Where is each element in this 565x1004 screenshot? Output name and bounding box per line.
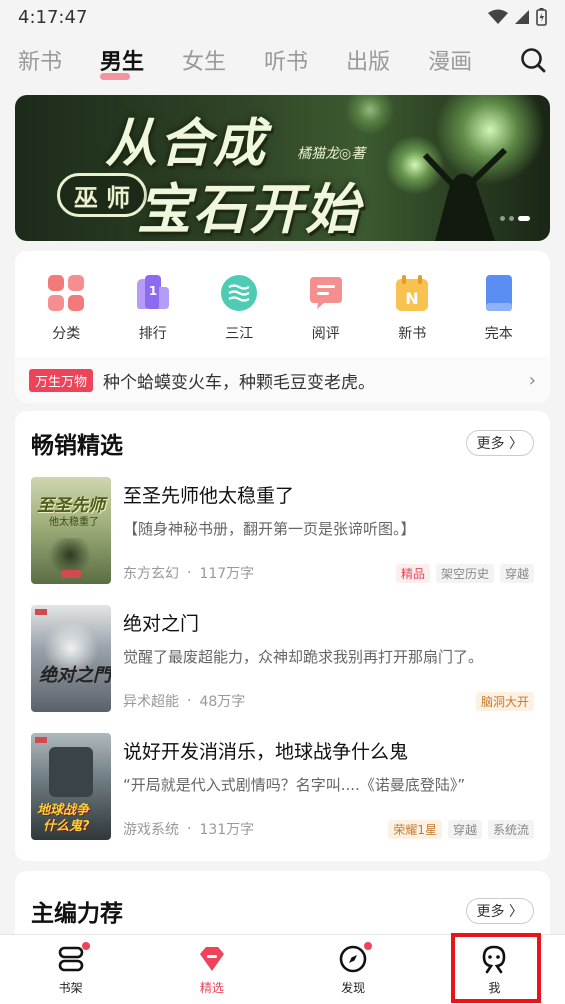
tab-female[interactable]: 女生	[182, 44, 226, 76]
book-tag: 系统流	[487, 819, 534, 839]
nav-bookshelf[interactable]: 书架	[0, 935, 141, 1004]
bookshelf-icon	[58, 946, 83, 971]
signal-icon	[515, 10, 529, 24]
battery-icon	[536, 8, 547, 26]
book-title: 说好开发消消乐，地球战争什么鬼	[123, 741, 409, 763]
book-title: 至圣先师他太稳重了	[123, 485, 295, 507]
category-new-books[interactable]: N 新书	[372, 273, 452, 343]
nav-discover[interactable]: 发现	[283, 935, 424, 1004]
status-time: 4:17:47	[18, 6, 88, 28]
highlight-box	[451, 933, 541, 1003]
book-genre: 东方玄幻	[123, 566, 179, 582]
svg-text:N: N	[406, 289, 419, 308]
book-item[interactable]: 至圣先师 他太稳重了 至圣先师他太稳重了 【随身神秘书册，翻开第一页是张谛听图。…	[15, 477, 550, 605]
book-tag: 荣耀1星	[388, 819, 442, 839]
review-icon	[309, 277, 342, 309]
book-cover: 绝对之門	[31, 605, 111, 712]
book-tag: 穿越	[499, 563, 534, 583]
more-button[interactable]: 更多 〉	[465, 898, 534, 924]
book-tag: 穿越	[447, 819, 482, 839]
notification-dot	[81, 941, 90, 950]
book-tag: 架空历史	[435, 563, 494, 583]
category-label: 完本	[484, 326, 513, 342]
book-meta: 游戏系统 · 131万字 荣耀1星 穿越 系统流	[123, 819, 534, 839]
promo-text: 种个蛤蟆变火车，种颗毛豆变老虎。	[103, 372, 376, 393]
tab-audiobook[interactable]: 听书	[264, 44, 308, 76]
book-genre: 异术超能	[123, 694, 179, 710]
new-book-icon: N	[396, 275, 429, 311]
banner-title-line2: 宝石开始	[137, 178, 361, 241]
promo-badge: 万生万物	[29, 368, 94, 392]
category-ranking[interactable]: 1 排行	[113, 273, 193, 343]
status-bar: 4:17:47	[0, 0, 565, 34]
top-tab-bar: 新书 男生 女生 听书 出版 漫画	[0, 34, 565, 86]
section-title: 畅销精选	[31, 433, 123, 459]
book-cover: 地球战争 什么鬼?	[31, 733, 111, 840]
bestsellers-section: 畅销精选 更多 〉 至圣先师 他太稳重了 至圣先师他太稳重了 【随身神秘书册，翻…	[15, 411, 550, 861]
section-title: 主编力荐	[31, 901, 123, 927]
tab-comics[interactable]: 漫画	[428, 44, 472, 76]
book-item[interactable]: 地球战争 什么鬼? 说好开发消消乐，地球战争什么鬼 “开局就是代入式剧情吗？名字…	[15, 733, 550, 861]
book-meta: 异术超能 · 48万字 脑洞大开	[123, 691, 534, 711]
category-label: 排行	[138, 326, 167, 342]
more-button[interactable]: 更多 〉	[465, 430, 534, 456]
featured-gem-icon	[199, 946, 224, 971]
book-genre: 游戏系统	[123, 822, 179, 838]
wifi-icon	[488, 9, 508, 24]
category-sanjiang[interactable]: 三江	[199, 273, 279, 343]
book-title: 绝对之门	[123, 613, 200, 635]
banner-author: 橘猫龙◎著	[297, 146, 366, 162]
book-meta: 东方玄幻 · 117万字 精品 架空历史 穿越	[123, 563, 534, 583]
nav-label: 书架	[58, 980, 83, 995]
book-word-count: 117万字	[199, 566, 255, 582]
category-finished[interactable]: 完本	[459, 273, 539, 343]
ranking-icon: 1	[136, 275, 169, 309]
book-description: 觉醒了最废超能力，众神却跪求我别再打开那扇门了。	[123, 648, 484, 666]
category-label: 三江	[225, 326, 254, 342]
promo-banner[interactable]: 从合成 橘猫龙◎著 巫 师 宝石开始	[15, 95, 550, 241]
category-label: 分类	[52, 326, 81, 342]
book-cover: 至圣先师 他太稳重了	[31, 477, 111, 584]
category-grid-icon	[48, 275, 85, 311]
nav-featured[interactable]: 精选	[141, 935, 282, 1004]
book-word-count: 48万字	[199, 694, 246, 710]
book-word-count: 131万字	[199, 822, 255, 838]
category-review[interactable]: 阅评	[286, 273, 366, 343]
svg-text:1: 1	[149, 284, 157, 298]
book-tag: 精品	[395, 563, 430, 583]
tab-new-books[interactable]: 新书	[18, 44, 62, 76]
book-description: “开局就是代入式剧情吗？名字叫....《诺曼底登陆》”	[123, 776, 466, 794]
tab-male[interactable]: 男生	[100, 44, 144, 80]
book-tag: 脑洞大开	[475, 691, 534, 711]
book-item[interactable]: 绝对之門 绝对之门 觉醒了最废超能力，众神却跪求我别再打开那扇门了。 异术超能 …	[15, 605, 550, 733]
chevron-right-icon: ›	[528, 369, 536, 391]
nav-label: 发现	[341, 980, 366, 995]
search-icon[interactable]	[519, 46, 547, 74]
book-description: 【随身神秘书册，翻开第一页是张谛听图。】	[123, 520, 416, 538]
status-icons	[488, 8, 547, 26]
notification-dot	[364, 941, 373, 950]
sanjiang-icon	[221, 275, 258, 311]
banner-genre-badge: 巫 师	[57, 173, 147, 217]
banner-pagination	[500, 216, 530, 221]
nav-label: 精选	[199, 980, 224, 995]
tab-published[interactable]: 出版	[346, 44, 390, 76]
category-label: 新书	[398, 326, 427, 342]
category-classify[interactable]: 分类	[26, 273, 106, 343]
category-label: 阅评	[311, 326, 340, 342]
category-card: 分类 1 排行 三江 阅评 N 新书 完本 万生万物 种个蛤蟆变火车，种颗毛豆变…	[15, 251, 550, 403]
finished-book-icon	[485, 275, 512, 311]
banner-wizard-figure	[422, 147, 508, 241]
banner-light-effect	[345, 95, 395, 135]
promo-strip[interactable]: 万生万物 种个蛤蟆变火车，种颗毛豆变老虎。 ›	[15, 357, 550, 403]
